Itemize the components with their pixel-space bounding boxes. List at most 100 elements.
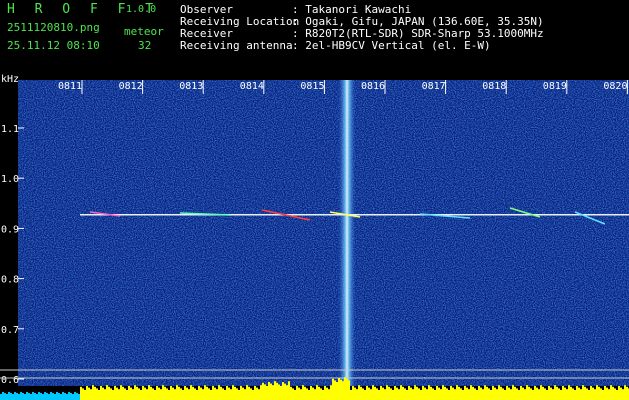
noise-bar	[572, 388, 574, 400]
noise-bar	[4, 393, 6, 400]
noise-bar	[248, 386, 250, 400]
noise-bar	[98, 390, 100, 400]
noise-bar	[352, 386, 354, 400]
noise-bar	[598, 386, 600, 400]
noise-bar	[196, 390, 198, 400]
noise-bar	[236, 388, 238, 400]
noise-bar	[200, 387, 202, 400]
noise-bar	[174, 389, 176, 400]
noise-bar	[514, 386, 516, 400]
noise-bar	[260, 385, 262, 400]
noise-bar	[124, 388, 126, 400]
noise-bar	[510, 389, 512, 400]
noise-bar	[72, 394, 74, 400]
noise-bar	[356, 389, 358, 400]
noise-bar	[24, 394, 26, 400]
noise-bar	[292, 388, 294, 400]
noise-bar	[108, 386, 110, 400]
noise-bar	[282, 382, 284, 400]
noise-bar	[278, 384, 280, 400]
noise-bar	[104, 389, 106, 400]
freq-tick-label: 1.1	[1, 124, 19, 135]
noise-bar	[600, 388, 602, 400]
noise-bar	[8, 392, 10, 400]
noise-bar	[216, 389, 218, 400]
noise-bar	[508, 387, 510, 400]
noise-bar	[276, 382, 278, 400]
noise-bar	[158, 387, 160, 400]
noise-bar	[368, 387, 370, 400]
noise-bar	[150, 386, 152, 400]
noise-bar	[372, 385, 374, 400]
header-panel: H R O F F T 1.0.0 2511120810.png 25.11.1…	[0, 0, 629, 60]
app-version: 1.0.0	[126, 4, 157, 15]
noise-bar	[428, 385, 430, 400]
noise-bar	[384, 389, 386, 400]
noise-bar	[148, 385, 150, 400]
noise-bar	[234, 386, 236, 400]
noise-bar	[556, 386, 558, 400]
noise-bar	[502, 388, 504, 400]
noise-bar	[288, 381, 290, 400]
noise-bar	[324, 386, 326, 400]
noise-bar	[190, 385, 192, 400]
noise-bar	[464, 386, 466, 400]
noise-bar	[596, 385, 598, 400]
noise-bar	[50, 392, 52, 400]
noise-bar	[226, 386, 228, 400]
noise-bar	[90, 389, 92, 400]
noise-bar	[152, 388, 154, 400]
noise-bar	[532, 390, 534, 400]
noise-bar	[520, 386, 522, 400]
noise-bar	[604, 386, 606, 400]
noise-bar	[450, 386, 452, 400]
noise-bar	[540, 385, 542, 400]
noise-bar	[314, 389, 316, 400]
noise-bar	[20, 392, 22, 400]
noise-bar	[182, 390, 184, 400]
noise-bar	[220, 386, 222, 400]
noise-bar	[478, 386, 480, 400]
noise-bar	[178, 386, 180, 400]
noise-bar	[78, 394, 80, 400]
filename: 2511120810.png	[7, 21, 100, 34]
noise-bar	[392, 390, 394, 400]
noise-bar	[296, 386, 298, 400]
noise-bar	[608, 389, 610, 400]
noise-bar	[448, 390, 450, 400]
noise-bar	[512, 385, 514, 400]
noise-bar	[484, 385, 486, 400]
noise-bar	[112, 390, 114, 400]
noise-bar	[32, 392, 34, 400]
noise-bar	[154, 390, 156, 400]
noise-bar	[564, 387, 566, 400]
noise-bar	[136, 386, 138, 400]
noise-bar	[126, 390, 128, 400]
noise-bar	[242, 387, 244, 400]
carrier-signal-line	[80, 214, 629, 216]
noise-bar	[338, 378, 340, 400]
noise-bar	[218, 385, 220, 400]
noise-bar	[528, 386, 530, 400]
noise-bar	[542, 386, 544, 400]
noise-bar	[570, 386, 572, 400]
noise-bar	[238, 390, 240, 400]
noise-bar	[68, 392, 70, 400]
noise-bar	[358, 385, 360, 400]
noise-bar	[444, 386, 446, 400]
noise-bar	[518, 390, 520, 400]
noise-bar	[498, 385, 500, 400]
noise-bar	[306, 388, 308, 400]
noise-bar	[462, 390, 464, 400]
noise-bar	[592, 387, 594, 400]
freq-tick-label: 0.6	[1, 375, 19, 386]
noise-bar	[66, 394, 68, 400]
noise-bar	[340, 379, 342, 400]
noise-bar	[2, 392, 4, 400]
noise-bar	[170, 386, 172, 400]
noise-bar	[482, 389, 484, 400]
noise-bar	[434, 390, 436, 400]
noise-bar	[550, 387, 552, 400]
noise-bar	[344, 377, 346, 400]
noise-bar	[56, 392, 58, 400]
